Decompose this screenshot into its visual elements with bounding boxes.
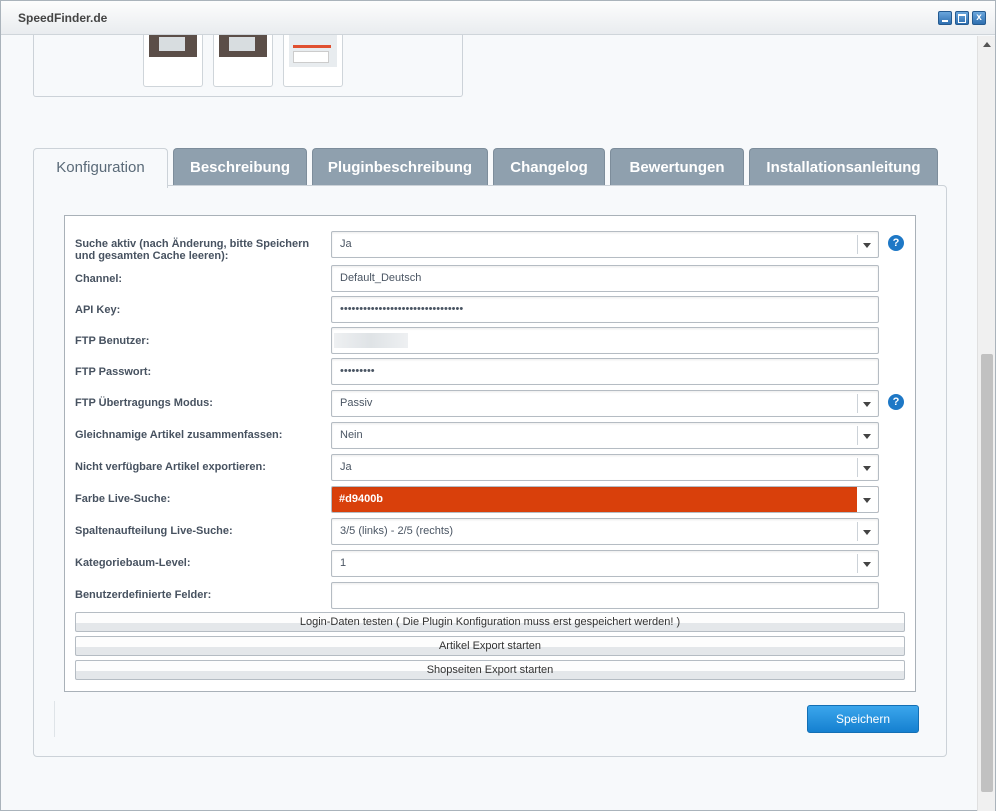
divider — [54, 701, 55, 737]
maximize-icon[interactable] — [955, 11, 969, 25]
color-value: #d9400b — [339, 493, 384, 505]
scroll-up-icon[interactable] — [983, 42, 991, 47]
custom-fields-input[interactable] — [331, 582, 879, 609]
save-button[interactable]: Speichern — [807, 705, 919, 733]
merge-articles-label: Gleichnamige Artikel zusammenfassen: — [75, 429, 283, 441]
export-articles-button[interactable]: Artikel Export starten — [75, 636, 905, 656]
window-title: SpeedFinder.de — [18, 11, 108, 25]
redacted-value — [334, 333, 408, 348]
select-divider — [857, 394, 858, 413]
tab-beschreibung[interactable]: Beschreibung — [173, 148, 307, 186]
ftp-mode-value: Passiv — [340, 397, 373, 409]
thumbnail-image — [149, 35, 197, 57]
tab-bewertungen[interactable]: Bewertungen — [610, 148, 744, 186]
window-titlebar[interactable]: SpeedFinder.de x — [1, 1, 995, 35]
api-key-label: API Key: — [75, 304, 121, 316]
screenshot-thumbnail[interactable] — [213, 35, 273, 87]
export-unavailable-label: Nicht verfügbare Artikel exportieren: — [75, 461, 266, 473]
ftp-user-label: FTP Benutzer: — [75, 335, 150, 347]
thumbnail-image — [219, 35, 267, 57]
search-active-value: Ja — [340, 238, 352, 250]
search-active-label: Suche aktiv (nach Änderung, bitte Speich… — [75, 238, 310, 262]
select-divider — [857, 554, 858, 573]
live-search-color-picker[interactable]: #d9400b — [331, 486, 879, 513]
ftp-password-field[interactable]: ••••••••• — [331, 358, 879, 385]
search-active-select[interactable]: Ja — [331, 231, 879, 258]
minimize-icon[interactable] — [938, 11, 952, 25]
screenshot-thumbnail[interactable] — [283, 35, 343, 87]
color-dropdown-area — [857, 487, 878, 512]
channel-field[interactable]: Default_Deutsch — [331, 265, 879, 292]
tab-changelog[interactable]: Changelog — [493, 148, 605, 186]
export-unavailable-value: Ja — [340, 461, 352, 473]
select-divider — [857, 426, 858, 445]
category-level-select[interactable]: 1 — [331, 550, 879, 577]
export-unavailable-select[interactable]: Ja — [331, 454, 879, 481]
column-split-label: Spaltenaufteilung Live-Suche: — [75, 525, 233, 537]
category-level-value: 1 — [340, 557, 347, 569]
api-key-field[interactable]: •••••••••••••••••••••••••••••••• — [331, 296, 879, 323]
screenshot-thumbnail[interactable] — [143, 35, 203, 87]
column-split-select[interactable]: 3/5 (links) - 2/5 (rechts) — [331, 518, 879, 545]
tab-konfiguration[interactable]: Konfiguration — [33, 148, 168, 188]
thumbnail-image — [289, 35, 337, 67]
help-icon[interactable]: ? — [888, 235, 904, 251]
column-split-value: 3/5 (links) - 2/5 (rechts) — [340, 525, 454, 537]
export-shop-pages-button[interactable]: Shopseiten Export starten — [75, 660, 905, 680]
ftp-user-field[interactable] — [331, 327, 879, 354]
ftp-mode-select[interactable]: Passiv — [331, 390, 879, 417]
close-icon[interactable]: x — [972, 11, 986, 25]
test-login-button[interactable]: Login-Daten testen ( Die Plugin Konfigur… — [75, 612, 905, 632]
ftp-password-label: FTP Passwort: — [75, 366, 152, 378]
channel-label: Channel: — [75, 273, 123, 285]
select-divider — [857, 458, 858, 477]
custom-fields-label: Benutzerdefinierte Felder: — [75, 589, 212, 601]
ftp-mode-label: FTP Übertragungs Modus: — [75, 397, 213, 409]
vertical-scrollbar[interactable] — [977, 36, 995, 811]
help-icon[interactable]: ? — [888, 394, 904, 410]
select-divider — [857, 522, 858, 541]
tab-installationsanleitung[interactable]: Installationsanleitung — [749, 148, 938, 186]
live-search-color-label: Farbe Live-Suche: — [75, 493, 171, 505]
merge-articles-value: Nein — [340, 429, 363, 441]
tab-pluginbeschreibung[interactable]: Pluginbeschreibung — [312, 148, 488, 186]
category-level-label: Kategoriebaum-Level: — [75, 557, 191, 569]
select-divider — [857, 235, 858, 254]
merge-articles-select[interactable]: Nein — [331, 422, 879, 449]
scrollbar-thumb[interactable] — [981, 354, 993, 792]
plugin-window: SpeedFinder.de x Konfiguration Beschreib… — [0, 0, 996, 811]
